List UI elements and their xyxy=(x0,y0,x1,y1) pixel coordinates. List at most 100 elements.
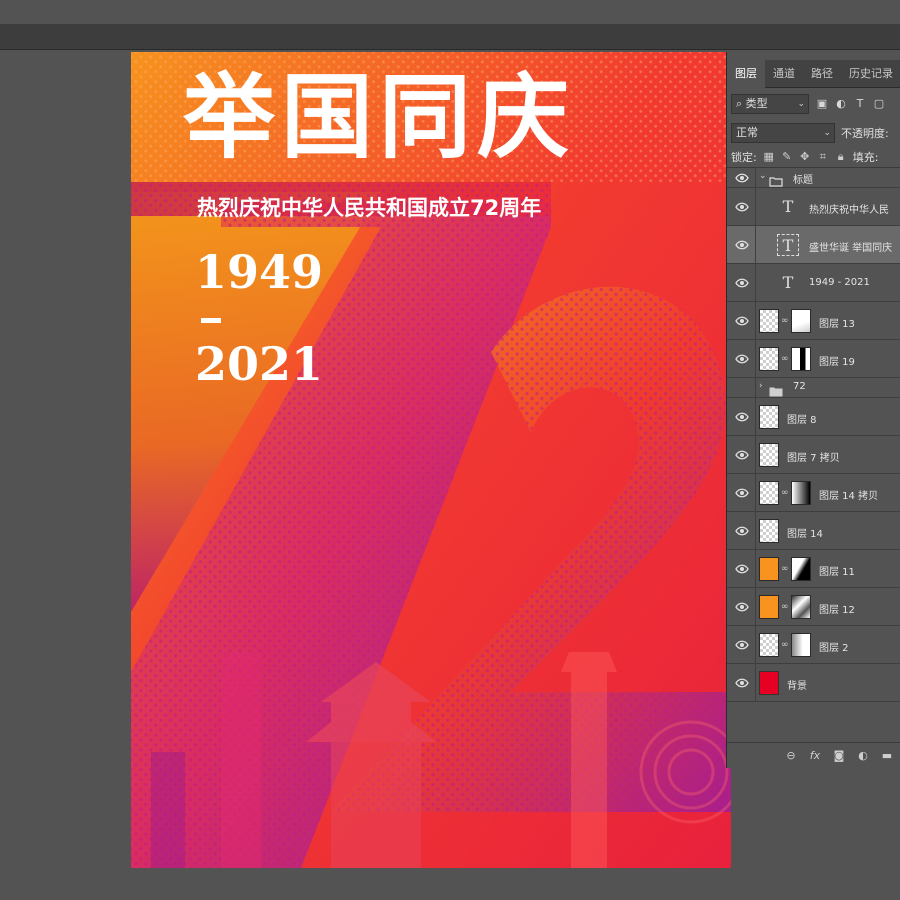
layer-thumbnail xyxy=(759,347,779,371)
layer-thumbnail xyxy=(759,519,779,543)
lock-transparency-icon[interactable]: ▦ xyxy=(763,150,775,163)
layer-mask-thumbnail[interactable] xyxy=(791,309,811,333)
visibility-eye-icon[interactable] xyxy=(735,411,749,423)
layer-mask-thumbnail[interactable] xyxy=(791,481,811,505)
layer-thumbnail xyxy=(759,633,779,657)
menu-bar xyxy=(0,0,900,24)
layer-row[interactable]: ∞ 图层 2 xyxy=(727,626,900,664)
link-icon[interactable]: ∞ xyxy=(781,316,789,326)
layer-row[interactable]: T 1949 - 2021 xyxy=(727,264,900,302)
tab-paths[interactable]: 路径 xyxy=(803,60,841,88)
visibility-eye-icon[interactable] xyxy=(735,277,749,289)
divider xyxy=(755,188,756,225)
new-group-icon[interactable]: ▬ xyxy=(881,749,893,762)
blend-row: 正常 ⌄ 不透明度: xyxy=(727,120,900,146)
lock-pixels-icon[interactable]: ✎ xyxy=(781,150,793,163)
layer-name: 72 xyxy=(793,381,806,392)
layer-thumbnail xyxy=(759,481,779,505)
link-icon[interactable]: ∞ xyxy=(781,602,789,612)
layer-row[interactable]: ∞ 图层 13 xyxy=(727,302,900,340)
layer-row[interactable]: ∞ 图层 14 拷贝 xyxy=(727,474,900,512)
layer-row[interactable]: ∞ 图层 19 xyxy=(727,340,900,378)
fill-label: 填充: xyxy=(852,150,879,164)
filter-kind-select[interactable]: ⌕ 类型 ⌄ xyxy=(731,94,809,114)
poster-subtitle: 热烈庆祝中华人民共和国成立72周年 xyxy=(197,196,542,220)
layer-row[interactable]: › 72 xyxy=(727,378,900,398)
photoshop-window: 举国同庆 热烈庆祝中华人民共和国成立72周年 1949 2021 图层 通道 路… xyxy=(0,0,900,900)
layer-row[interactable]: T 热烈庆祝中华人民 xyxy=(727,188,900,226)
visibility-eye-icon[interactable] xyxy=(735,315,749,327)
layer-name: 图层 11 xyxy=(819,567,855,578)
divider xyxy=(755,550,756,587)
divider xyxy=(755,398,756,435)
layer-mask-thumbnail[interactable] xyxy=(791,595,811,619)
shape-filter-icon[interactable]: ▢ xyxy=(873,98,885,110)
text-filter-icon[interactable]: T xyxy=(854,98,866,110)
year-end: 2021 xyxy=(195,337,324,391)
adjustment-icon[interactable]: ◐ xyxy=(857,749,869,762)
visibility-eye-icon[interactable] xyxy=(735,201,749,213)
document-canvas[interactable]: 举国同庆 热烈庆祝中华人民共和国成立72周年 1949 2021 xyxy=(131,52,731,868)
layer-row[interactable]: ∞ 图层 12 xyxy=(727,588,900,626)
blend-mode-select[interactable]: 正常 ⌄ xyxy=(731,123,835,143)
layer-name: 盛世华诞 举国同庆 xyxy=(809,243,893,254)
lock-label: 锁定: xyxy=(731,150,757,164)
divider xyxy=(755,378,756,397)
tab-history[interactable]: 历史记录 xyxy=(841,60,900,88)
mask-icon[interactable]: ◙ xyxy=(833,749,845,762)
layer-name: 背景 xyxy=(787,681,807,692)
layer-row-selected[interactable]: T 盛世华诞 举国同庆 xyxy=(727,226,900,264)
layer-name: 标题 xyxy=(793,175,813,186)
layer-name: 1949 - 2021 xyxy=(809,277,870,288)
chevron-down-icon[interactable]: ⌄ xyxy=(759,171,767,181)
layer-mask-thumbnail[interactable] xyxy=(791,557,811,581)
layer-row[interactable]: 图层 7 拷贝 xyxy=(727,436,900,474)
divider xyxy=(755,626,756,663)
layer-name: 图层 8 xyxy=(787,415,817,426)
visibility-eye-icon[interactable] xyxy=(735,677,749,689)
divider xyxy=(755,474,756,511)
visibility-eye-icon[interactable] xyxy=(735,563,749,575)
visibility-eye-icon[interactable] xyxy=(735,353,749,365)
layer-row[interactable]: 背景 xyxy=(727,664,900,702)
tab-channels[interactable]: 通道 xyxy=(765,60,803,88)
chevron-down-icon: ⌄ xyxy=(797,99,805,109)
visibility-eye-icon[interactable] xyxy=(735,239,749,251)
visibility-eye-icon[interactable] xyxy=(735,525,749,537)
layer-row[interactable]: 图层 14 xyxy=(727,512,900,550)
panel-tabs: 图层 通道 路径 历史记录 xyxy=(727,60,900,88)
visibility-eye-icon[interactable] xyxy=(735,487,749,499)
visibility-eye-icon[interactable] xyxy=(735,449,749,461)
link-icon[interactable]: ⊖ xyxy=(785,749,797,762)
visibility-eye-icon[interactable] xyxy=(735,601,749,613)
link-icon[interactable]: ∞ xyxy=(781,354,789,364)
filter-kind-value: 类型 xyxy=(745,97,768,110)
link-icon[interactable]: ∞ xyxy=(781,640,789,650)
visibility-eye-icon[interactable] xyxy=(735,172,749,184)
opacity-label: 不透明度: xyxy=(841,127,889,140)
chevron-down-icon: ⌄ xyxy=(823,128,831,138)
search-icon: ⌕ xyxy=(736,97,743,110)
layer-row[interactable]: ⌄ 标题 xyxy=(727,168,900,188)
divider xyxy=(755,226,756,263)
visibility-eye-icon[interactable] xyxy=(735,639,749,651)
tab-layers[interactable]: 图层 xyxy=(727,60,765,88)
layer-name: 图层 2 xyxy=(819,643,849,654)
link-icon[interactable]: ∞ xyxy=(781,564,789,574)
layers-panel-toolbar: ⊖ fx ◙ ◐ ▬ xyxy=(727,742,900,768)
layer-filter-row: ⌕ 类型 ⌄ ▣ ◐ T ▢ xyxy=(727,90,900,118)
fx-icon[interactable]: fx xyxy=(809,749,821,762)
layer-list: ⌄ 标题 T 热烈庆祝中华人民 T 盛世华诞 举国同庆 T 1949 - 202… xyxy=(727,168,900,702)
chevron-right-icon[interactable]: › xyxy=(759,381,763,391)
image-filter-icon[interactable]: ▣ xyxy=(816,98,828,110)
lock-all-icon[interactable]: 🔒︎ xyxy=(835,150,847,164)
lock-artboard-icon[interactable]: ⌗ xyxy=(817,150,829,164)
adjustment-filter-icon[interactable]: ◐ xyxy=(835,98,847,110)
layer-row[interactable]: ∞ 图层 11 xyxy=(727,550,900,588)
layer-mask-thumbnail[interactable] xyxy=(791,347,811,371)
layer-mask-thumbnail[interactable] xyxy=(791,633,811,657)
link-icon[interactable]: ∞ xyxy=(781,488,789,498)
blend-mode-value: 正常 xyxy=(736,126,758,139)
layer-row[interactable]: 图层 8 xyxy=(727,398,900,436)
lock-position-icon[interactable]: ✥ xyxy=(799,150,811,163)
